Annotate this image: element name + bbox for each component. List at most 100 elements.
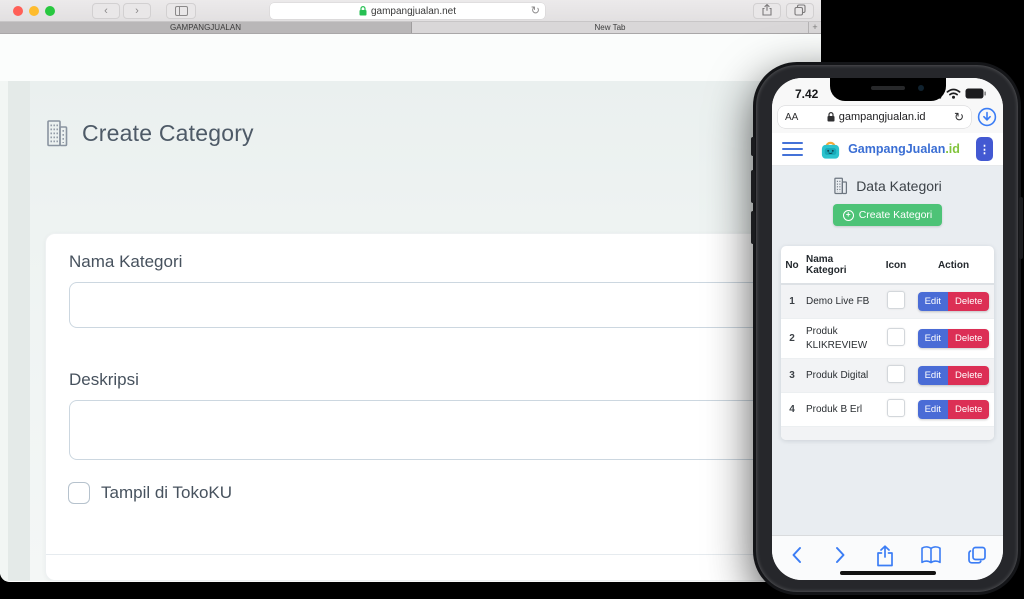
web-page-content: Create Category Nama Kategori Deskripsi …: [0, 34, 821, 581]
create-kategori-button[interactable]: + Create Kategori: [833, 204, 943, 226]
phone-screen: 7.42: [772, 78, 1003, 580]
download-progress-button[interactable]: [977, 107, 997, 127]
category-icon-placeholder: [887, 365, 905, 383]
row-category-name: Produk KLIKREVIEW: [803, 319, 879, 359]
phone-speaker: [871, 86, 905, 90]
delete-button[interactable]: Delete: [948, 400, 989, 419]
wifi-icon: [946, 88, 961, 99]
home-indicator[interactable]: [840, 571, 936, 576]
shopping-bag-logo-icon: [819, 138, 842, 161]
kategori-table: No Nama Kategori Icon Action 1 Demo Live…: [781, 246, 994, 440]
brand-name: GampangJualan: [848, 142, 945, 156]
mobile-address-field[interactable]: AA gampangjualan.id ↻: [778, 106, 971, 128]
delete-button[interactable]: Delete: [948, 329, 989, 348]
row-category-name: Produk Digital: [803, 359, 879, 393]
phone-mockup: 7.42: [753, 62, 1021, 595]
mobile-url-text: gampangjualan.id: [839, 111, 926, 123]
row-number: 4: [781, 393, 803, 427]
browser-titlebar: ‹ › gampangjualan.net ↻: [0, 0, 821, 22]
mobile-browser-toolbar: [772, 535, 1003, 580]
close-window-button[interactable]: [13, 6, 23, 16]
browser-tab-bar: GAMPANGJUALAN New Tab +: [0, 22, 821, 34]
mobile-url-bar: AA gampangjualan.id ↻: [772, 105, 1003, 133]
tokoku-checkbox[interactable]: [68, 482, 90, 504]
col-header-nama: Nama Kategori: [803, 246, 879, 284]
reader-mode-button[interactable]: AA: [785, 112, 798, 123]
name-field-label: Nama Kategori: [69, 252, 182, 272]
brand-logo[interactable]: GampangJualan.id: [819, 138, 960, 161]
ellipsis-icon: ⋮: [979, 143, 990, 156]
tab-gampangjualan[interactable]: GAMPANGJUALAN: [0, 22, 412, 33]
share-icon: [762, 4, 772, 16]
row-number: 1: [781, 284, 803, 319]
col-header-no: No: [781, 246, 803, 284]
tokoku-checkbox-row: Tampil di TokoKU: [68, 482, 232, 504]
brand-tld: .id: [945, 142, 960, 156]
zoom-window-button[interactable]: [45, 6, 55, 16]
create-kategori-label: Create Kategori: [859, 209, 933, 221]
edit-button[interactable]: Edit: [918, 366, 948, 385]
col-header-action: Action: [913, 246, 994, 284]
phone-power-button: [1019, 197, 1023, 259]
building-icon: [833, 177, 848, 195]
card-footer-divider: [46, 554, 795, 555]
category-icon-placeholder: [887, 399, 905, 417]
tab-label: GAMPANGJUALAN: [170, 23, 241, 32]
address-bar[interactable]: gampangjualan.net ↻: [270, 3, 545, 19]
mobile-url-center: gampangjualan.id: [798, 111, 954, 123]
share-icon[interactable]: [875, 545, 895, 567]
lock-icon: [359, 6, 367, 16]
plus-circle-icon: +: [843, 210, 854, 221]
edit-button[interactable]: Edit: [918, 292, 948, 311]
tab-new-tab[interactable]: New Tab: [412, 22, 808, 33]
new-tab-button[interactable]: +: [808, 22, 821, 33]
forward-icon[interactable]: [831, 545, 849, 565]
create-category-form-card: Nama Kategori Deskripsi Tampil di TokoKU: [45, 233, 796, 581]
desktop-browser-window: ‹ › gampangjualan.net ↻: [0, 0, 821, 582]
tab-label: New Tab: [595, 23, 626, 32]
category-icon-placeholder: [887, 328, 905, 346]
row-number: 2: [781, 319, 803, 359]
url-text: gampangjualan.net: [371, 6, 456, 17]
edit-button[interactable]: Edit: [918, 329, 948, 348]
table-row: 1 Demo Live FB EditDelete: [781, 284, 994, 319]
download-icon: [977, 107, 997, 127]
app-menu-button[interactable]: ⋮: [976, 137, 993, 161]
delete-button[interactable]: Delete: [948, 366, 989, 385]
row-number: 3: [781, 359, 803, 393]
delete-button[interactable]: Delete: [948, 292, 989, 311]
toolbar-right-buttons: [753, 3, 814, 19]
col-header-icon: Icon: [879, 246, 913, 284]
table-footer-row: [781, 427, 994, 440]
back-icon[interactable]: [788, 545, 806, 565]
page-left-strip: [8, 81, 30, 581]
bookmarks-icon[interactable]: [920, 545, 942, 565]
mobile-reload-icon[interactable]: ↻: [954, 110, 964, 124]
status-time: 7.42: [795, 87, 818, 101]
name-input[interactable]: [69, 282, 774, 328]
page-title: Create Category: [82, 120, 254, 147]
data-kategori-title: Data Kategori: [856, 178, 942, 194]
edit-button[interactable]: Edit: [918, 400, 948, 419]
description-field-label: Deskripsi: [69, 370, 139, 390]
share-button[interactable]: [753, 3, 781, 19]
page-heading: Create Category: [45, 119, 254, 148]
sidebar-toggle-button[interactable]: [166, 3, 196, 19]
forward-button[interactable]: ›: [123, 3, 151, 19]
hamburger-menu-button[interactable]: [782, 142, 803, 157]
page-top-navbar: [0, 34, 821, 81]
reload-icon[interactable]: ↻: [531, 3, 540, 19]
tab-overview-button[interactable]: [786, 3, 814, 19]
table-row: 3 Produk Digital EditDelete: [781, 359, 994, 393]
back-button[interactable]: ‹: [92, 3, 120, 19]
tabs-icon[interactable]: [967, 545, 987, 565]
battery-icon: [965, 88, 986, 99]
row-category-name: Demo Live FB: [803, 284, 879, 319]
data-kategori-heading: Data Kategori: [772, 177, 1003, 195]
history-nav-group: ‹ ›: [92, 3, 151, 19]
description-textarea[interactable]: [69, 400, 774, 460]
phone-volume-up-button: [751, 170, 755, 203]
lock-icon: [827, 112, 835, 122]
minimize-window-button[interactable]: [29, 6, 39, 16]
tokoku-checkbox-label: Tampil di TokoKU: [101, 483, 232, 503]
